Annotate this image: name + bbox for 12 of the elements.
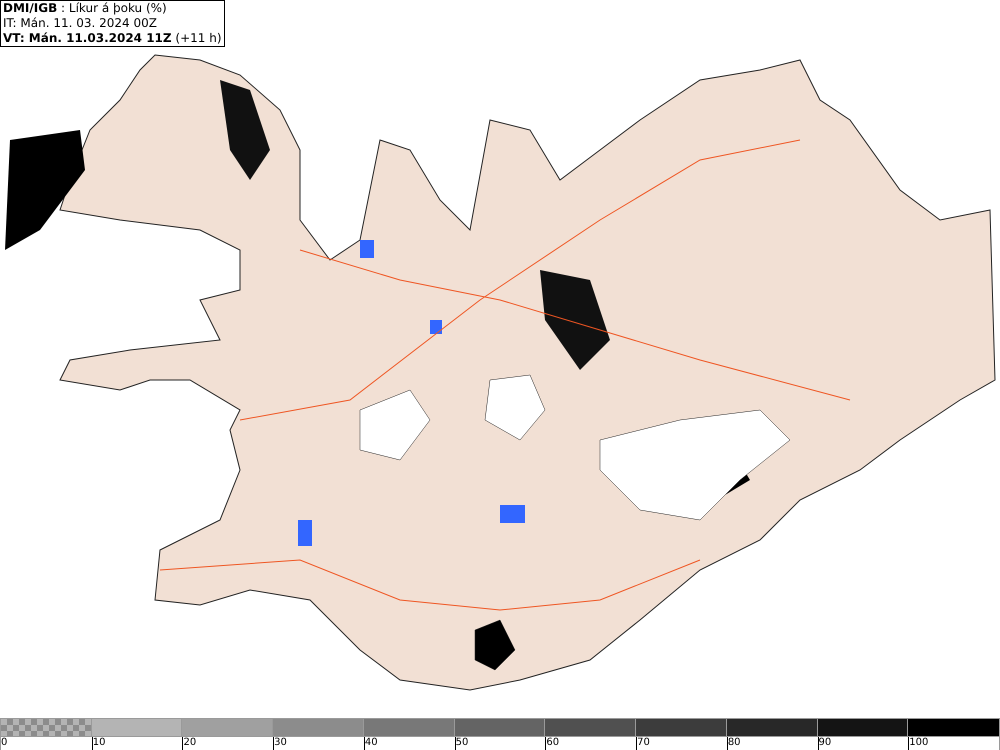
legend-label: 70 xyxy=(637,737,651,749)
legend-label: 50 xyxy=(456,737,470,749)
legend-label: 10 xyxy=(92,737,106,749)
legend-label: 30 xyxy=(274,737,288,749)
legend-label: 20 xyxy=(183,737,198,749)
legend-label: 90 xyxy=(818,737,832,749)
legend-label: 40 xyxy=(364,737,379,749)
title-box: DMI/IGB : Líkur á þoku (%) IT: Mán. 11. 03. 2024 00Z VT: Mán. 11.03.2024 11Z (+11 h) xyxy=(0,0,225,47)
legend-label: 0 xyxy=(1,737,8,749)
legend-label: 60 xyxy=(546,737,560,749)
legend-label: 80 xyxy=(728,737,742,749)
legend-label: 100 xyxy=(909,737,930,749)
